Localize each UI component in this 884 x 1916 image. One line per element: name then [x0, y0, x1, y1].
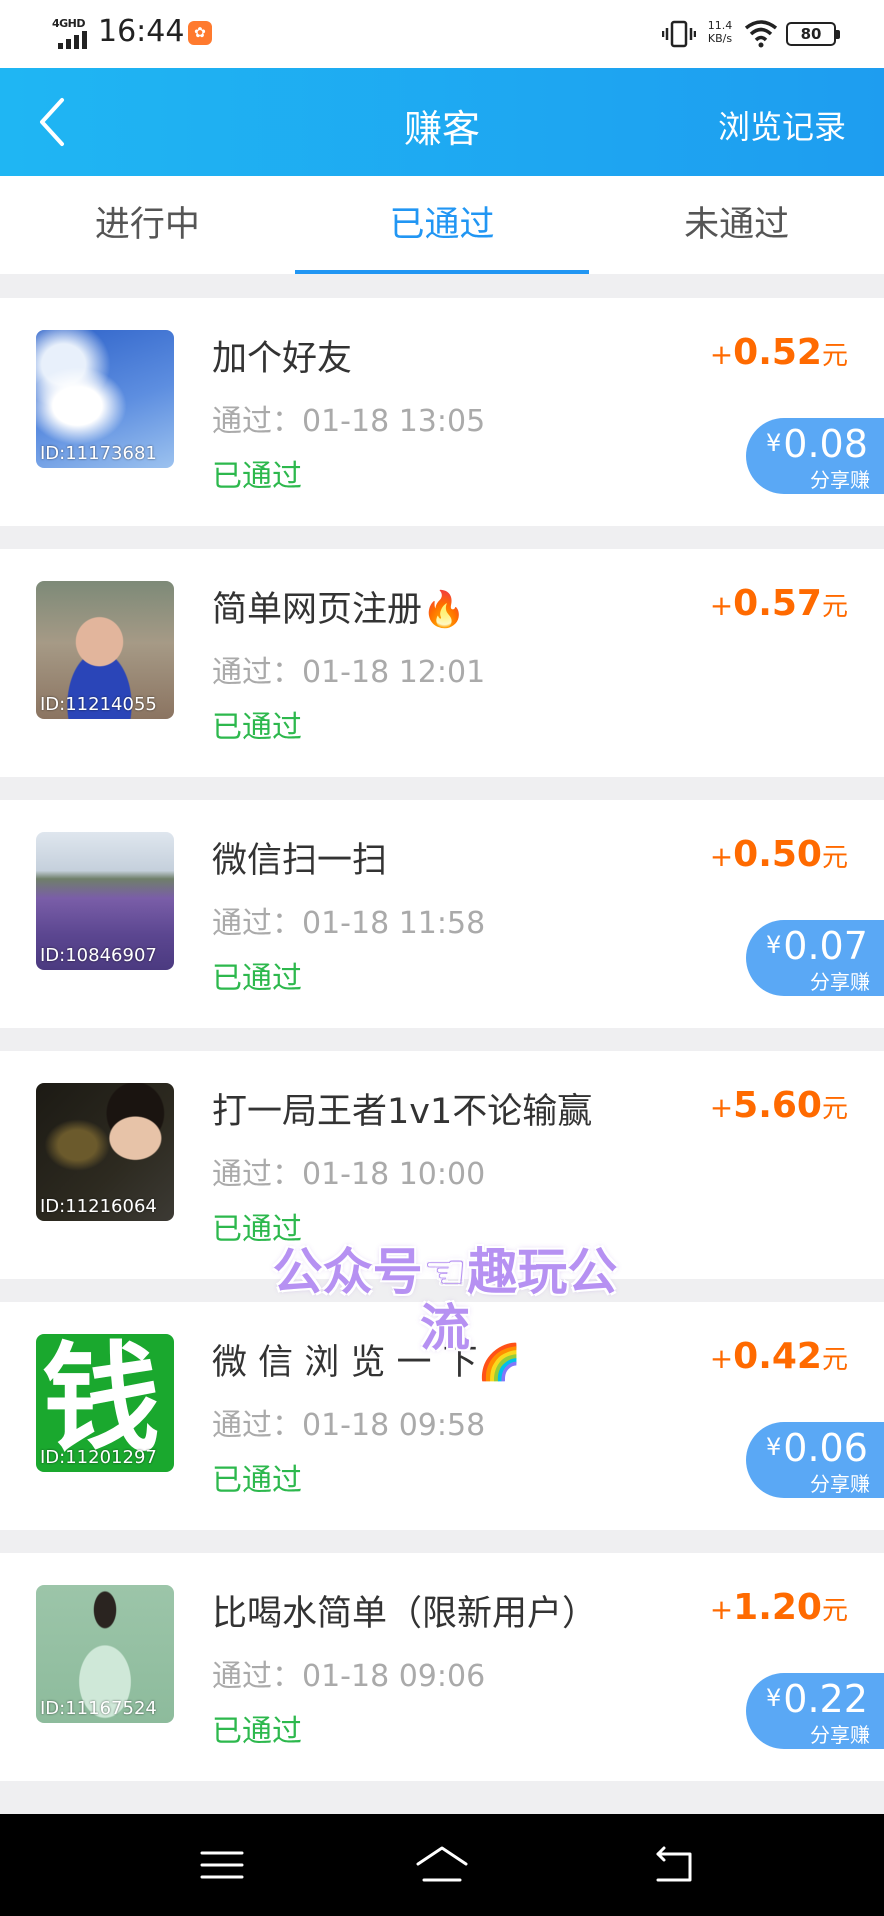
share-earn-badge[interactable]: ¥0.06 分享赚	[746, 1422, 884, 1498]
reward-plus-sign: +	[709, 840, 734, 873]
network-speed-unit: KB/s	[707, 32, 733, 45]
task-reward: +0.50元	[710, 834, 848, 875]
task-thumbnail: ID:11216064	[36, 1083, 174, 1221]
battery-icon: 80	[786, 22, 840, 46]
watermark-text: 公众号☜趣玩公流	[272, 1243, 618, 1357]
reward-amount: 5.60	[733, 1085, 822, 1126]
share-earn-badge[interactable]: ¥0.07 分享赚	[746, 920, 884, 996]
reward-amount: 0.50	[733, 834, 822, 875]
task-reward: +0.52元	[710, 332, 848, 373]
task-id: ID:11167524	[40, 1698, 157, 1719]
task-card[interactable]: ID:10846907 微信扫一扫 通过：01-18 11:58 已通过 +0.…	[0, 800, 884, 1028]
reward-plus-sign: +	[709, 1593, 734, 1626]
reward-amount: 1.20	[733, 1587, 822, 1628]
status-tabs: 进行中 已通过 未通过	[0, 176, 884, 274]
vibrate-icon	[662, 20, 696, 48]
task-approved-time: 通过：01-18 10:00	[212, 1157, 486, 1192]
reward-amount: 0.57	[733, 583, 822, 624]
currency-symbol: ¥	[766, 1433, 782, 1461]
network-speed: 11.4 KB/s	[702, 19, 738, 45]
tab-approved[interactable]: 已通过	[294, 176, 590, 274]
clock: 16:44	[98, 14, 185, 49]
task-title: 加个好友	[212, 339, 353, 379]
task-approved-time: 通过：01-18 11:58	[212, 906, 486, 941]
task-status: 已通过	[212, 710, 302, 745]
task-approved-time: 通过：01-18 13:05	[212, 404, 486, 439]
back-icon[interactable]	[644, 1840, 704, 1890]
task-approved-time: 通过：01-18 12:01	[212, 655, 486, 690]
reward-plus-sign: +	[709, 589, 734, 622]
app-header: 赚客 浏览记录	[0, 68, 884, 176]
task-id: ID:11216064	[40, 1196, 157, 1217]
task-approved-time: 通过：01-18 09:58	[212, 1408, 486, 1443]
share-label: 分享赚	[810, 1723, 870, 1747]
task-title: 比喝水简单（限新用户）	[212, 1594, 598, 1634]
share-earn-badge[interactable]: ¥0.08 分享赚	[746, 418, 884, 494]
task-status: 已通过	[212, 1212, 302, 1247]
tab-rejected[interactable]: 未通过	[589, 176, 884, 274]
task-thumbnail: ID:11167524	[36, 1585, 174, 1723]
task-card[interactable]: ID:11214055 简单网页注册🔥 通过：01-18 12:01 已通过 +…	[0, 549, 884, 777]
reward-plus-sign: +	[709, 1091, 734, 1124]
task-title: 微信扫一扫	[212, 841, 388, 881]
browse-history-link[interactable]: 浏览记录	[718, 102, 846, 148]
reward-amount: 0.52	[733, 332, 822, 373]
task-id: ID:10846907	[40, 945, 157, 966]
task-id: ID:11201297	[40, 1447, 157, 1468]
wifi-icon	[744, 20, 778, 48]
task-reward: +1.20元	[710, 1587, 848, 1628]
task-reward: +5.60元	[710, 1085, 848, 1126]
reward-plus-sign: +	[709, 338, 734, 371]
share-amount: 0.06	[783, 1426, 868, 1470]
home-icon[interactable]	[412, 1840, 472, 1890]
task-thumbnail: 钱 ID:11201297	[36, 1334, 174, 1472]
task-reward: +0.42元	[710, 1336, 848, 1377]
task-thumbnail: ID:11173681	[36, 330, 174, 468]
reward-unit: 元	[821, 1596, 848, 1626]
reward-amount: 0.42	[733, 1336, 822, 1377]
network-speed-value: 11.4	[707, 19, 733, 32]
reward-unit: 元	[821, 1094, 848, 1124]
app-notification-icon: ✿	[188, 21, 212, 45]
task-title: 简单网页注册🔥	[212, 590, 466, 630]
network-type: 4GHD	[52, 17, 86, 30]
task-status: 已通过	[212, 1714, 302, 1749]
reward-unit: 元	[821, 1345, 848, 1375]
currency-symbol: ¥	[766, 931, 782, 959]
task-thumbnail: ID:10846907	[36, 832, 174, 970]
share-label: 分享赚	[810, 468, 870, 492]
share-amount: 0.22	[783, 1677, 868, 1721]
reward-unit: 元	[821, 341, 848, 371]
task-id: ID:11173681	[40, 443, 157, 464]
task-status: 已通过	[212, 1463, 302, 1498]
tab-in-progress[interactable]: 进行中	[0, 176, 295, 274]
task-status: 已通过	[212, 961, 302, 996]
task-id: ID:11214055	[40, 694, 157, 715]
task-thumbnail: ID:11214055	[36, 581, 174, 719]
task-status: 已通过	[212, 459, 302, 494]
share-label: 分享赚	[810, 1472, 870, 1496]
task-card[interactable]: ID:11167524 比喝水简单（限新用户） 通过：01-18 09:06 已…	[0, 1553, 884, 1781]
share-label: 分享赚	[810, 970, 870, 994]
currency-symbol: ¥	[766, 1684, 782, 1712]
task-approved-time: 通过：01-18 09:06	[212, 1659, 486, 1694]
status-bar: 4GHD 16:44 ✿ 11.4 KB/s 80	[0, 0, 884, 68]
reward-unit: 元	[821, 592, 848, 622]
battery-level: 80	[790, 26, 832, 43]
menu-icon[interactable]	[192, 1840, 252, 1890]
task-title: 打一局王者1v1不论输赢	[212, 1092, 593, 1132]
system-nav-bar	[0, 1814, 884, 1916]
reward-unit: 元	[821, 843, 848, 873]
task-card[interactable]: ID:11173681 加个好友 通过：01-18 13:05 已通过 +0.5…	[0, 298, 884, 526]
share-earn-badge[interactable]: ¥0.22 分享赚	[746, 1673, 884, 1749]
currency-symbol: ¥	[766, 429, 782, 457]
share-amount: 0.08	[783, 422, 868, 466]
task-reward: +0.57元	[710, 583, 848, 624]
reward-plus-sign: +	[709, 1342, 734, 1375]
cellular-signal-icon: 4GHD	[52, 17, 92, 51]
share-amount: 0.07	[783, 924, 868, 968]
